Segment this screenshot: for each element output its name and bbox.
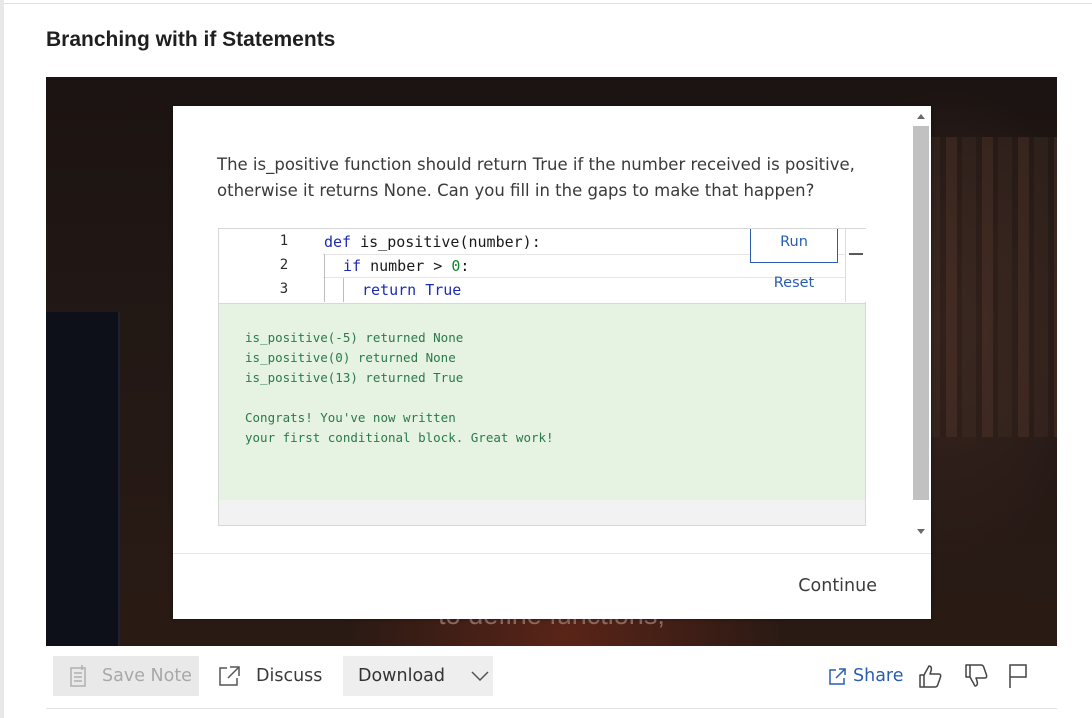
continue-button[interactable]: Continue	[798, 576, 877, 596]
code-tail: :	[460, 257, 470, 275]
video-toolbar: Save Note Discuss Download Share	[46, 648, 1057, 709]
indent-guide	[324, 278, 325, 302]
indent-guide	[324, 254, 325, 278]
thumbs-up-icon	[919, 665, 942, 688]
scroll-down-arrow-icon[interactable]	[917, 529, 925, 534]
output-line: is_positive(0) returned None	[245, 350, 456, 365]
chevron-down-icon	[471, 671, 489, 681]
modal-scrollbar-thumb[interactable]	[913, 126, 929, 500]
code-editor: 1 def is_positive(number): 2 if number >…	[218, 228, 866, 526]
modal-scrollbar[interactable]	[911, 108, 931, 544]
output-line: Congrats! You've now written	[245, 410, 456, 425]
output-line: is_positive(-5) returned None	[245, 330, 464, 345]
modal-content: The is_positive function should return T…	[173, 106, 931, 553]
code-scrollbar-thumb[interactable]	[849, 253, 863, 255]
save-note-button[interactable]: Save Note	[53, 656, 199, 696]
question-prompt: The is_positive function should return T…	[217, 155, 855, 200]
code-keyword: if	[343, 257, 362, 275]
dislike-button[interactable]	[963, 656, 989, 696]
share-icon	[829, 668, 846, 685]
run-button[interactable]: Run	[750, 229, 838, 263]
code-scrollbar[interactable]	[845, 229, 866, 302]
code-text[interactable]: return True	[362, 281, 461, 299]
reset-button[interactable]: Reset	[750, 271, 838, 297]
top-border	[0, 0, 1092, 4]
discuss-button[interactable]: Discuss	[218, 656, 322, 696]
video-background-bookshelf	[926, 137, 1057, 437]
code-rest: number >	[361, 257, 452, 275]
share-button[interactable]: Share	[829, 656, 904, 696]
note-icon	[70, 665, 86, 687]
indent-guide	[343, 278, 344, 302]
code-keyword: return	[362, 281, 417, 299]
download-label: Download	[358, 666, 445, 686]
code-text[interactable]: def is_positive(number):	[324, 233, 541, 251]
code-rest: is_positive(number):	[351, 233, 541, 251]
line-number: 3	[279, 281, 289, 297]
code-input-area[interactable]: 1 def is_positive(number): 2 if number >…	[219, 229, 860, 302]
code-rest: True	[416, 281, 462, 299]
video-background-monitor	[46, 312, 120, 646]
discuss-label: Discuss	[256, 666, 323, 686]
page-title: Branching with if Statements	[46, 28, 336, 51]
thumbs-down-icon	[965, 664, 988, 687]
line-number: 1	[279, 233, 289, 249]
editor-footer	[219, 500, 865, 525]
quiz-modal: The is_positive function should return T…	[173, 106, 931, 619]
share-label: Share	[853, 666, 904, 686]
download-dropdown[interactable]: Download	[343, 656, 493, 696]
code-text[interactable]: if number > 0:	[343, 257, 469, 275]
output-line: is_positive(13) returned True	[245, 370, 464, 385]
modal-footer: Continue	[173, 553, 931, 619]
scroll-up-arrow-icon[interactable]	[917, 114, 925, 119]
line-number: 2	[279, 257, 289, 273]
output-panel: is_positive(-5) returned None is_positiv…	[219, 303, 865, 501]
flag-icon	[1009, 664, 1027, 688]
save-note-label: Save Note	[102, 666, 192, 686]
external-link-icon	[219, 666, 240, 686]
output-line: your first conditional block. Great work…	[245, 430, 554, 445]
report-button[interactable]	[1007, 656, 1029, 696]
code-keyword: def	[324, 233, 352, 251]
left-border	[0, 0, 4, 718]
like-button[interactable]	[917, 656, 943, 696]
